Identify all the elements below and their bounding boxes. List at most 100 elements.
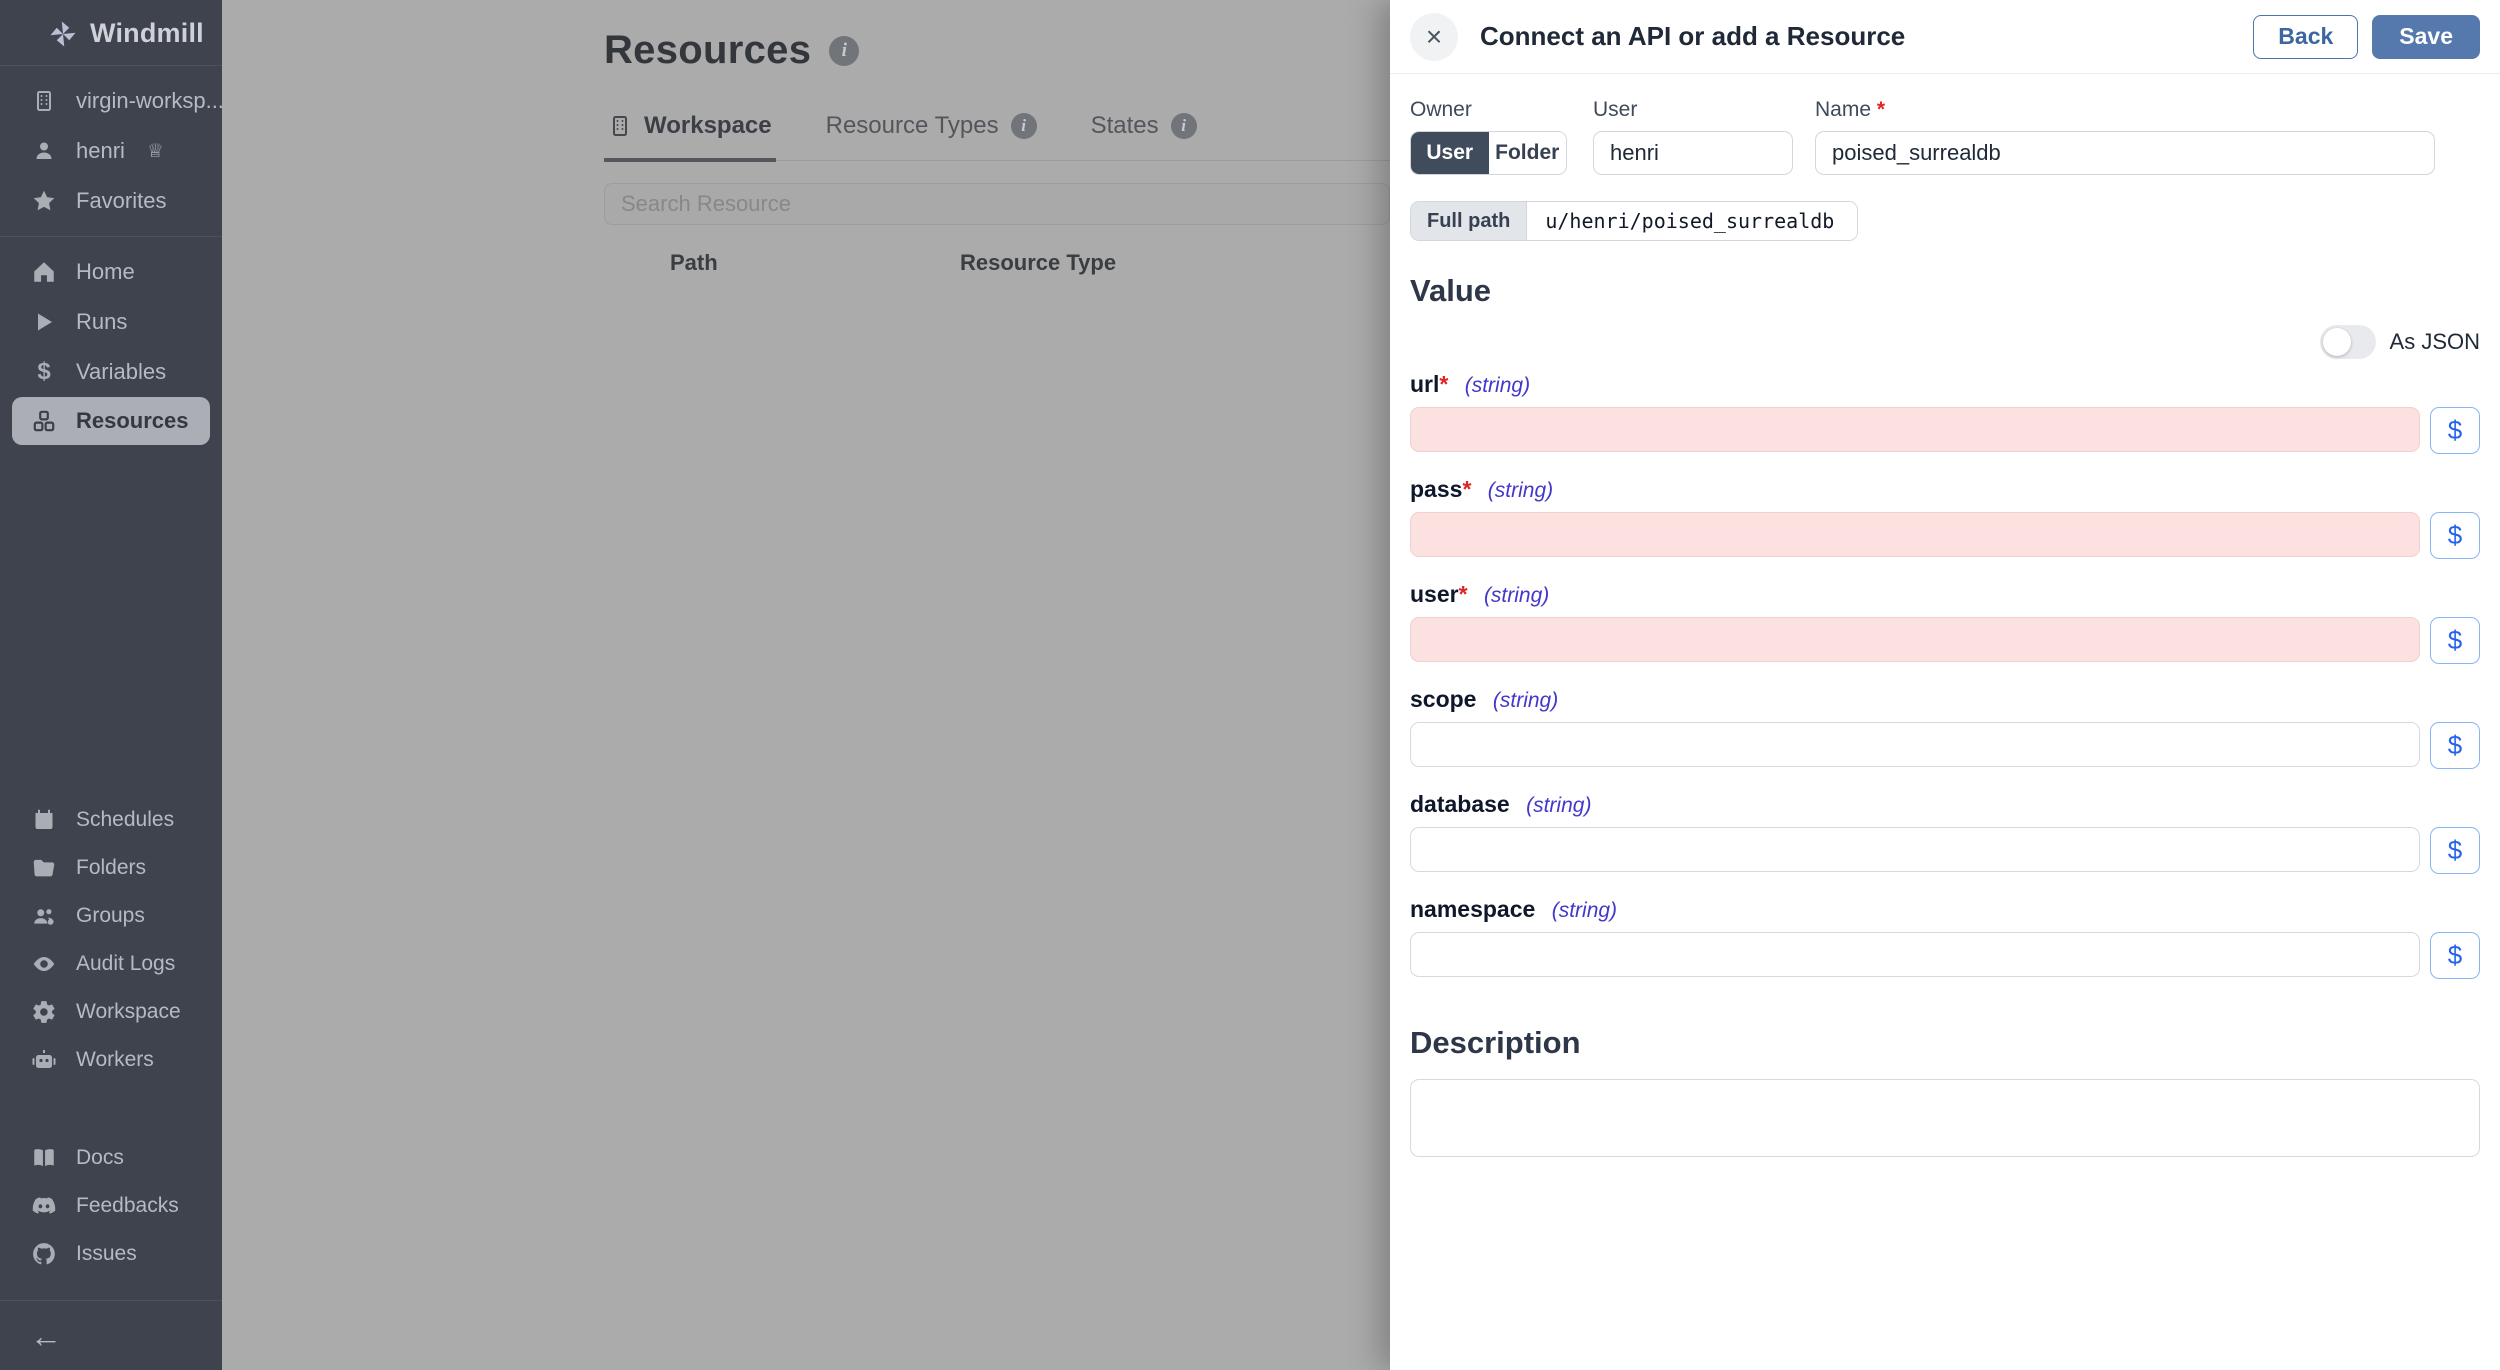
search-input[interactable] (604, 183, 1390, 225)
field-type: (string) (1464, 374, 1531, 397)
page-title: Resources (604, 28, 812, 72)
required-marker: * (1458, 581, 1468, 607)
calendar-icon (30, 806, 58, 834)
full-path-label: Full path (1411, 202, 1528, 240)
field-name: scope (1410, 686, 1477, 712)
windmill-logo-icon (48, 19, 78, 49)
field-pass: pass* (string) $ (1410, 476, 2480, 559)
collapse-sidebar-arrow-icon[interactable]: ← (30, 1320, 62, 1352)
database-input[interactable] (1410, 827, 2420, 872)
field-type: (string) (1483, 584, 1550, 607)
tab-label: Workspace (644, 112, 772, 139)
field-type: (string) (1487, 479, 1554, 502)
tab-states[interactable]: States i (1087, 112, 1201, 160)
field-name: user (1410, 581, 1459, 607)
sidebar-item-groups[interactable]: Groups (0, 892, 222, 940)
app-title: Windmill (90, 18, 204, 48)
resource-drawer: × Connect an API or add a Resource Back … (1390, 0, 2500, 1370)
expression-dollar-button[interactable]: $ (2430, 932, 2480, 979)
tab-resource-types[interactable]: Resource Types i (822, 112, 1041, 160)
owner-option-folder[interactable]: Folder (1488, 132, 1566, 174)
save-button[interactable]: Save (2372, 14, 2480, 59)
sidebar-item-label: Docs (76, 1146, 124, 1169)
user-input[interactable] (1593, 131, 1793, 175)
robot-icon (30, 1046, 58, 1074)
sidebar-item-resources[interactable]: Resources (12, 397, 210, 445)
column-header-path: Path (670, 250, 718, 275)
gear-icon (30, 998, 58, 1026)
sidebar-item-audit-logs[interactable]: Audit Logs (0, 940, 222, 988)
field-user: user* (string) $ (1410, 581, 2480, 664)
sidebar-item-workspace-switcher[interactable]: virgin-worksp... (0, 76, 224, 126)
user-label: User (1593, 98, 1638, 121)
expression-dollar-button[interactable]: $ (2430, 722, 2480, 769)
field-type: (string) (1492, 689, 1559, 712)
sidebar-item-feedbacks[interactable]: Feedbacks (0, 1182, 222, 1230)
username: henri (76, 138, 125, 163)
description-textarea[interactable] (1410, 1079, 2480, 1157)
tab-workspace[interactable]: Workspace (604, 112, 776, 162)
expression-dollar-button[interactable]: $ (2430, 617, 2480, 664)
cubes-icon (30, 407, 58, 435)
url-input[interactable] (1410, 407, 2420, 452)
scope-input[interactable] (1410, 722, 2420, 767)
owner-option-user[interactable]: User (1411, 132, 1489, 174)
as-json-toggle[interactable] (2319, 325, 2376, 359)
eye-icon (30, 950, 58, 978)
info-icon[interactable]: i (829, 35, 860, 66)
name-label: Name * (1815, 98, 1886, 121)
full-path-value: u/henri/poised_surrealdb (1527, 202, 1858, 240)
sidebar-item-workspace-settings[interactable]: Workspace (0, 988, 222, 1036)
sidebar-item-label: Workspace (76, 1000, 181, 1023)
expression-dollar-button[interactable]: $ (2430, 512, 2480, 559)
field-name: url (1410, 371, 1440, 397)
sidebar-item-label: Folders (76, 856, 147, 879)
info-icon[interactable]: i (1170, 113, 1197, 139)
sidebar-item-label: Resources (76, 408, 189, 433)
star-icon (30, 187, 58, 215)
sidebar-item-folders[interactable]: Folders (0, 844, 222, 892)
sidebar-item-workers[interactable]: Workers (0, 1036, 222, 1084)
crown-icon: ♕ (146, 140, 164, 162)
field-type: (string) (1526, 794, 1592, 817)
expression-dollar-button[interactable]: $ (2430, 407, 2480, 454)
column-header-resource-type: Resource Type (960, 250, 1117, 275)
user-value-input[interactable] (1410, 617, 2420, 662)
info-icon[interactable]: i (1010, 113, 1037, 139)
expression-dollar-button[interactable]: $ (2430, 827, 2480, 874)
sidebar: Windmill virgin-worksp... henri ♕ Favori… (0, 0, 224, 1370)
app-logo[interactable]: Windmill (0, 0, 222, 65)
value-section-heading: Value (1410, 273, 1491, 308)
folder-icon (30, 854, 58, 882)
sidebar-item-runs[interactable]: Runs (0, 297, 222, 347)
field-url: url* (string) $ (1410, 371, 2480, 454)
sidebar-item-docs[interactable]: Docs (0, 1134, 222, 1182)
sidebar-item-favorites[interactable]: Favorites (0, 176, 222, 226)
namespace-input[interactable] (1410, 932, 2420, 977)
sidebar-item-label: Workers (76, 1048, 154, 1071)
sidebar-item-label: Variables (76, 359, 167, 384)
field-name: namespace (1410, 896, 1536, 922)
field-name: database (1410, 791, 1510, 817)
full-path: Full path u/henri/poised_surrealdb (1410, 201, 1859, 241)
sidebar-item-variables[interactable]: $ Variables (0, 347, 222, 397)
sidebar-item-label: Issues (76, 1242, 137, 1265)
close-icon[interactable]: × (1410, 12, 1458, 61)
required-marker: * (1462, 476, 1472, 502)
sidebar-item-home[interactable]: Home (0, 247, 222, 297)
sidebar-item-schedules[interactable]: Schedules (0, 796, 222, 844)
sidebar-item-user[interactable]: henri ♕ (0, 126, 222, 176)
sidebar-item-label: Runs (76, 309, 128, 334)
as-json-label: As JSON (2389, 329, 2480, 354)
user-icon (30, 137, 58, 165)
sidebar-item-label: Feedbacks (76, 1194, 179, 1217)
users-group-icon (30, 902, 58, 930)
pass-input[interactable] (1410, 512, 2420, 557)
sidebar-item-label: Groups (76, 904, 145, 927)
back-button[interactable]: Back (2253, 14, 2359, 59)
sidebar-item-issues[interactable]: Issues (0, 1230, 222, 1278)
owner-toggle: User Folder (1410, 131, 1567, 175)
building-icon (30, 87, 58, 115)
name-input[interactable] (1815, 131, 2435, 175)
field-name: pass (1410, 476, 1463, 502)
